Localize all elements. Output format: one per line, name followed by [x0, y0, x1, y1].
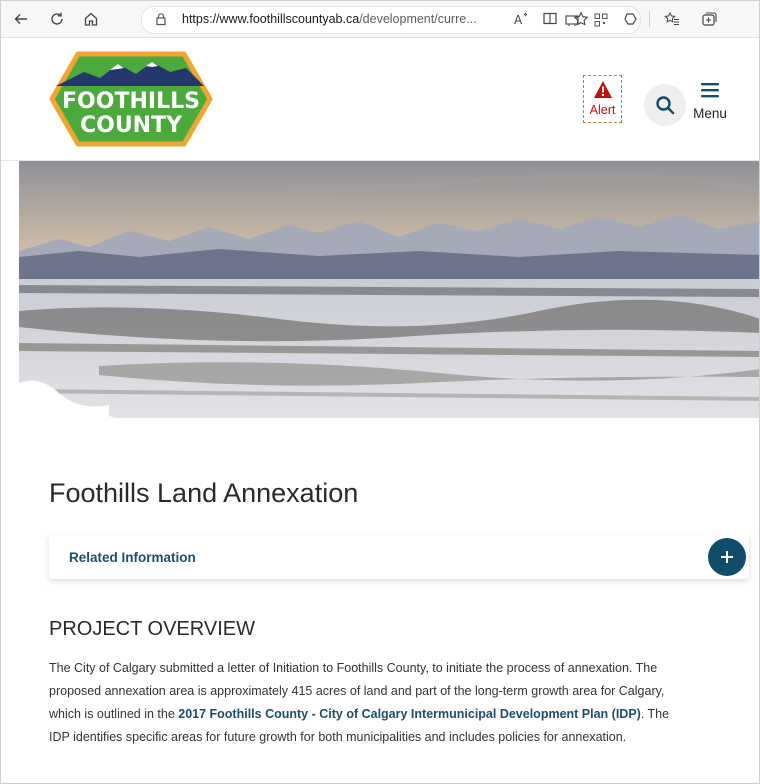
read-aloud-icon[interactable]: A [509, 7, 533, 31]
copilot-icon[interactable] [619, 7, 643, 31]
toolbar-divider [649, 11, 650, 27]
address-url[interactable]: https://www.foothillscountyab.ca/develop… [182, 12, 477, 26]
logo-line2: COUNTY [80, 113, 183, 138]
favorite-icon[interactable] [569, 7, 593, 31]
address-bar[interactable]: https://www.foothillscountyab.ca/develop… [141, 6, 641, 34]
favorites-bar-icon[interactable] [660, 7, 684, 31]
menu-button[interactable]: Menu [688, 80, 732, 124]
site-logo[interactable]: FOOTHILLS COUNTY [48, 50, 214, 153]
refresh-icon[interactable] [45, 7, 69, 31]
logo-line1: FOOTHILLS [62, 89, 200, 114]
url-path: /development/curre... [359, 12, 477, 26]
qr-icon[interactable] [594, 13, 608, 32]
collections-icon[interactable] [697, 7, 721, 31]
expand-button[interactable] [708, 538, 746, 576]
browser-window: https://www.foothillscountyab.ca/develop… [0, 0, 760, 784]
back-icon[interactable] [9, 7, 33, 31]
hamburger-icon [701, 83, 719, 98]
home-icon[interactable] [79, 7, 103, 31]
idp-link[interactable]: 2017 Foothills County - City of Calgary … [178, 707, 641, 721]
svg-text:A: A [514, 13, 523, 27]
site-header: FOOTHILLS COUNTY Alert Menu [1, 38, 759, 161]
hero-image [19, 161, 759, 418]
lock-icon[interactable] [154, 12, 168, 31]
alert-label: Alert [589, 103, 616, 117]
url-domain: https://www.foothillscountyab.ca [182, 12, 360, 26]
search-button[interactable] [644, 84, 686, 126]
related-information-accordion[interactable]: Related Information [49, 535, 749, 579]
browser-toolbar: https://www.foothillscountyab.ca/develop… [1, 1, 759, 38]
warning-icon [594, 81, 612, 98]
menu-label: Menu [693, 106, 727, 121]
plus-icon [721, 551, 733, 563]
overview-paragraph: The City of Calgary submitted a letter o… [49, 657, 689, 749]
related-information-label: Related Information [69, 550, 196, 565]
search-icon [656, 96, 675, 115]
immersive-reader-icon[interactable] [538, 7, 562, 31]
page-title: Foothills Land Annexation [49, 478, 359, 508]
alert-button[interactable]: Alert [583, 75, 622, 123]
section-title: PROJECT OVERVIEW [49, 618, 255, 640]
